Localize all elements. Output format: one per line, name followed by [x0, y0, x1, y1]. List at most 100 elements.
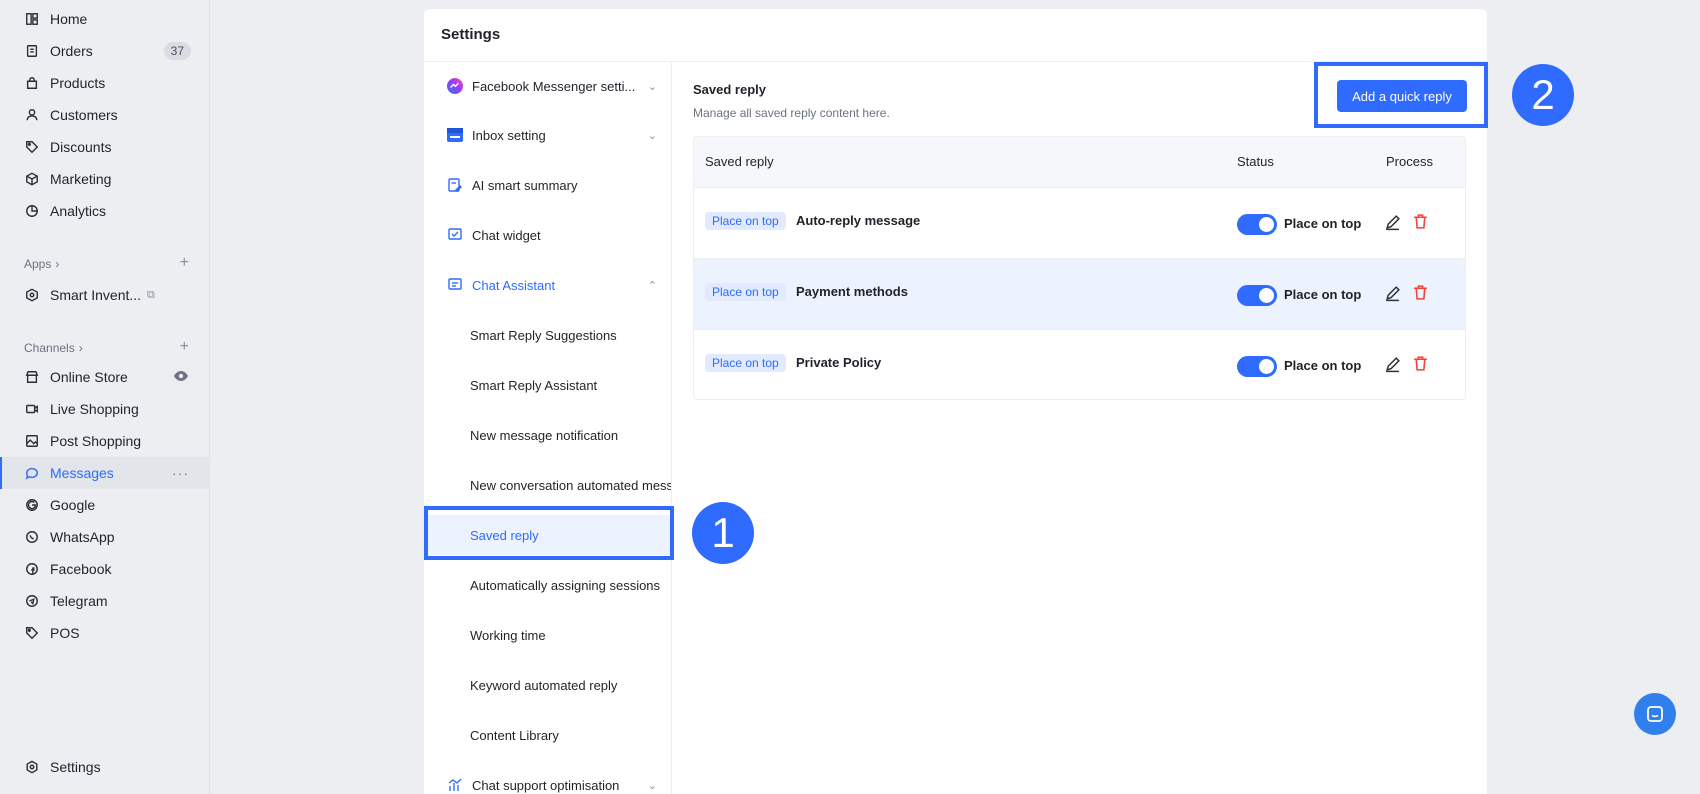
support-chat-button[interactable]: [1634, 693, 1676, 735]
status-label: Place on top: [1284, 216, 1362, 231]
menu-item-label: Smart Reply Assistant: [470, 377, 598, 393]
sidebar-item-post-shopping[interactable]: Post Shopping: [0, 425, 209, 457]
pinned-tag: Place on top: [705, 354, 786, 372]
sidebar-item-marketing[interactable]: Marketing: [0, 163, 209, 195]
reply-name: Auto-reply message: [796, 213, 921, 228]
menu-item-chat-widget[interactable]: Chat widget: [424, 215, 671, 255]
delete-icon[interactable]: [1412, 355, 1429, 375]
menu-item-label: Content Library: [470, 727, 559, 743]
menu-item-facebook-messenger[interactable]: Facebook Messenger setti... ⌄: [424, 66, 671, 106]
menu-item-auto-assign[interactable]: Automatically assigning sessions: [424, 565, 671, 605]
sidebar-item-label: Settings: [50, 759, 101, 775]
pin-toggle[interactable]: [1237, 285, 1277, 306]
column-header-saved-reply: Saved reply: [705, 154, 774, 169]
sidebar-item-smart-inventory[interactable]: Smart Invent... ⧉: [0, 279, 209, 311]
pin-toggle[interactable]: [1237, 356, 1277, 377]
sidebar-item-settings[interactable]: Settings: [0, 751, 209, 783]
pin-toggle[interactable]: [1237, 214, 1277, 235]
edit-icon[interactable]: [1384, 285, 1401, 305]
channels-label: Channels: [24, 341, 75, 355]
delete-icon[interactable]: [1412, 284, 1429, 304]
table-row: Place on top Auto-reply message Place on…: [694, 187, 1465, 258]
section-subtitle: Manage all saved reply content here.: [693, 106, 890, 120]
menu-item-chat-support[interactable]: Chat support optimisation ⌄: [424, 765, 671, 794]
section-title: Saved reply: [693, 82, 766, 97]
sidebar-item-analytics[interactable]: Analytics: [0, 195, 209, 227]
menu-item-label: Chat Assistant: [472, 277, 556, 293]
sidebar-item-discounts[interactable]: Discounts: [0, 131, 209, 163]
sidebar-item-pos[interactable]: POS: [0, 617, 209, 649]
facebook-icon: [24, 561, 40, 577]
edit-icon[interactable]: [1384, 214, 1401, 234]
sidebar-item-products[interactable]: Products: [0, 67, 209, 99]
sidebar-item-telegram[interactable]: Telegram: [0, 585, 209, 617]
gear-icon: [24, 759, 40, 775]
add-channel-icon[interactable]: +: [180, 338, 189, 356]
menu-item-inbox-setting[interactable]: Inbox setting ⌄: [424, 115, 671, 155]
menu-item-label: Chat widget: [472, 227, 541, 243]
sidebar-item-label: Products: [50, 75, 106, 91]
menu-item-label: Chat support optimisation: [472, 777, 620, 793]
pos-tag-icon: [24, 625, 40, 641]
menu-item-ai-summary[interactable]: AI smart summary: [424, 165, 671, 205]
pinned-tag: Place on top: [705, 212, 786, 230]
chart-icon: [446, 776, 464, 794]
highlight-box-saved-reply: [424, 506, 674, 560]
sidebar-item-customers[interactable]: Customers: [0, 99, 209, 131]
reply-name: Private Policy: [796, 355, 882, 370]
sidebar-item-messages[interactable]: Messages ···: [0, 457, 209, 489]
menu-item-label: Inbox setting: [472, 127, 546, 143]
sidebar-item-online-store[interactable]: Online Store: [0, 361, 209, 393]
sidebar-item-orders[interactable]: Orders 37: [0, 35, 209, 67]
menu-item-content-library[interactable]: Content Library: [424, 715, 671, 755]
external-link-icon[interactable]: ⧉: [147, 289, 155, 302]
sidebar-item-label: Home: [50, 11, 88, 27]
orders-icon: [24, 43, 40, 59]
sidebar-item-label: Facebook: [50, 561, 112, 577]
channels-section-label[interactable]: Channels ›: [24, 341, 83, 355]
highlight-box-add-button: [1314, 62, 1488, 128]
reply-name: Payment methods: [796, 284, 908, 299]
menu-item-new-conversation[interactable]: New conversation automated mess: [424, 465, 671, 505]
sidebar-item-facebook[interactable]: Facebook: [0, 553, 209, 585]
orders-count-badge: 37: [163, 42, 191, 60]
inbox-icon: [446, 126, 464, 144]
sidebar-item-label: Marketing: [50, 171, 112, 187]
column-header-status: Status: [1237, 154, 1274, 169]
menu-item-chat-assistant[interactable]: Chat Assistant ⌃: [424, 265, 671, 305]
sidebar-item-whatsapp[interactable]: WhatsApp: [0, 521, 209, 553]
home-icon: [24, 11, 40, 27]
menu-item-smart-reply-assistant[interactable]: Smart Reply Assistant: [424, 365, 671, 405]
sidebar-item-home[interactable]: Home: [0, 3, 209, 35]
menu-item-label: Keyword automated reply: [470, 677, 618, 693]
sidebar-item-live-shopping[interactable]: Live Shopping: [0, 393, 209, 425]
add-app-icon[interactable]: +: [180, 254, 189, 272]
apps-section-label[interactable]: Apps ›: [24, 257, 59, 271]
chat-icon: [24, 465, 40, 481]
menu-item-label: Smart Reply Suggestions: [470, 327, 617, 343]
delete-icon[interactable]: [1412, 213, 1429, 233]
more-icon[interactable]: ···: [172, 465, 189, 481]
apps-label: Apps: [24, 257, 52, 271]
table-header: Saved reply Status Process: [694, 137, 1465, 187]
edit-icon[interactable]: [1384, 356, 1401, 376]
menu-item-keyword-reply[interactable]: Keyword automated reply: [424, 665, 671, 705]
menu-item-label: Working time: [470, 627, 546, 643]
google-icon: [24, 497, 40, 513]
store-icon: [24, 369, 40, 385]
saved-reply-table: Saved reply Status Process Place on top …: [693, 136, 1466, 400]
menu-item-label: New message notification: [470, 427, 619, 443]
sidebar-item-label: Discounts: [50, 139, 112, 155]
telegram-icon: [24, 593, 40, 609]
page-title: Settings: [441, 26, 501, 43]
sidebar-item-google[interactable]: Google: [0, 489, 209, 521]
menu-item-new-message-notification[interactable]: New message notification: [424, 415, 671, 455]
menu-item-working-time[interactable]: Working time: [424, 615, 671, 655]
image-icon: [24, 433, 40, 449]
step-marker-1: 1: [692, 502, 754, 564]
menu-item-smart-reply-suggestions[interactable]: Smart Reply Suggestions: [424, 315, 671, 355]
sidebar-item-label: POS: [50, 625, 80, 641]
sidebar-item-label: Customers: [50, 107, 118, 123]
pinned-tag: Place on top: [705, 283, 786, 301]
eye-icon[interactable]: [173, 368, 189, 387]
